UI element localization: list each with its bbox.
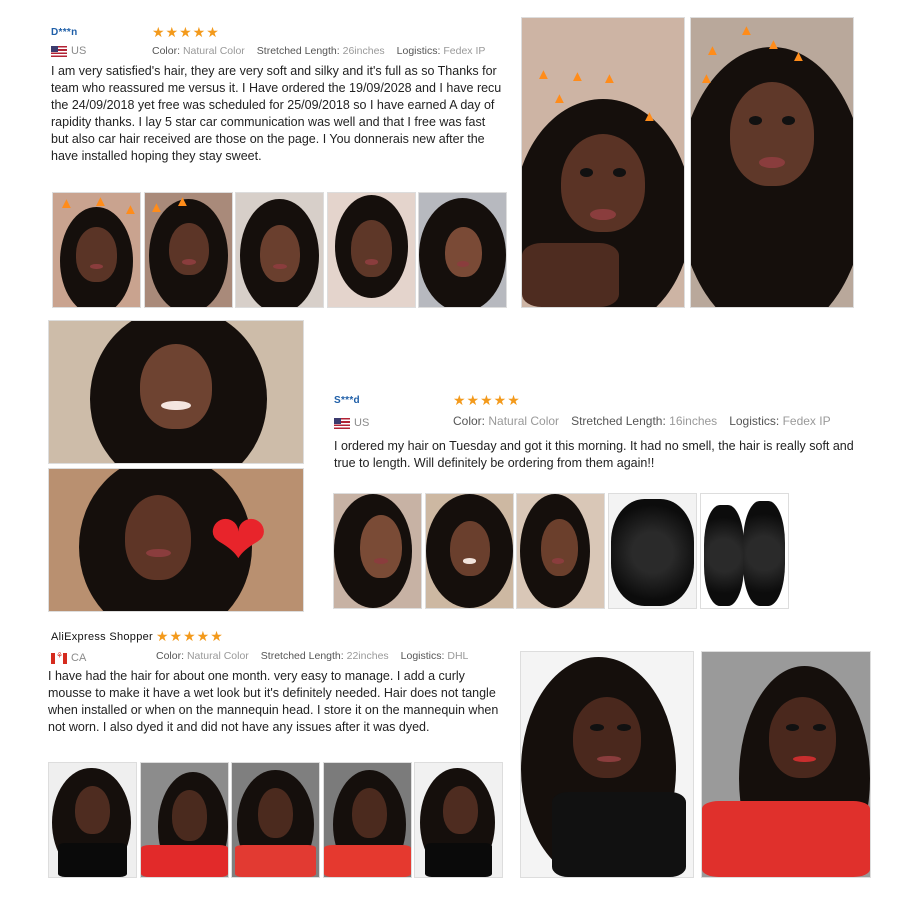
review-text: I have had the hair for about one month.… (48, 669, 499, 734)
review-text: I ordered my hair on Tuesday and got it … (334, 439, 854, 470)
star-rating: ★★★★★ (156, 628, 224, 644)
review-photo[interactable] (231, 762, 320, 878)
reviewer-name: S***d (334, 395, 360, 406)
review-photo-large[interactable]: ▲ ▲ ▲ ▲ ▲ (521, 17, 685, 308)
length-label: Stretched Length: (256, 45, 340, 57)
review-photo-product[interactable] (700, 493, 789, 609)
reviewer-name: AliExpress Shopper (51, 631, 154, 643)
color-label: Color: (453, 414, 486, 428)
review-photo-large[interactable] (48, 320, 304, 464)
review-photo-large[interactable]: ▲ ▲ ▲ ▲ ▲ (690, 17, 854, 308)
country-code: US (354, 417, 370, 429)
color-value: Natural Color (182, 45, 245, 57)
review-photo[interactable] (48, 762, 137, 878)
country-code: CA (71, 652, 87, 664)
review-photo[interactable] (140, 762, 229, 878)
reviewer-name: D***n (51, 27, 78, 38)
color-label: Color: (156, 650, 185, 662)
review-photo[interactable] (235, 192, 324, 308)
review-photo-product[interactable] (608, 493, 697, 609)
order-details: Color: Natural Color Stretched Length: 16… (453, 414, 831, 428)
review-photo[interactable] (414, 762, 503, 878)
review-photo[interactable] (333, 493, 422, 609)
reviewer-country: US (334, 417, 369, 429)
color-value: Natural Color (186, 650, 249, 662)
logistics-value: Fedex IP (443, 45, 486, 57)
review-photo[interactable] (516, 493, 605, 609)
logistics-label: Logistics: (396, 45, 441, 57)
review-photo-large[interactable] (520, 651, 694, 878)
review-photo[interactable] (425, 493, 514, 609)
logistics-value: Fedex IP (782, 414, 831, 428)
fire-sticker-icon: ▲ (536, 66, 551, 83)
star-rating: ★★★★★ (453, 392, 521, 408)
color-value: Natural Color (488, 414, 560, 428)
logistics-value: DHL (447, 650, 469, 662)
review-photo-large[interactable] (701, 651, 871, 878)
heart-sticker-icon: ❤ (209, 501, 268, 579)
review-photo[interactable]: ▲ ▲ (144, 192, 233, 308)
length-value: 26inches (342, 45, 385, 57)
length-value: 16inches (669, 414, 718, 428)
order-details: Color: Natural Color Stretched Length: 22… (156, 650, 468, 662)
us-flag-icon (334, 417, 350, 429)
review-photo[interactable]: ▲ ▲ ▲ (52, 192, 141, 308)
color-label: Color: (152, 45, 181, 57)
star-rating: ★★★★★ (152, 24, 220, 40)
length-label: Stretched Length: (571, 414, 666, 428)
logistics-label: Logistics: (400, 650, 445, 662)
review-photo-large[interactable]: ❤ (48, 468, 304, 612)
length-label: Stretched Length: (260, 650, 344, 662)
logistics-label: Logistics: (729, 414, 780, 428)
review-text: I am very satisfied's hair, they are ver… (51, 64, 502, 163)
length-value: 22inches (346, 650, 389, 662)
review-photo[interactable] (327, 192, 416, 308)
review-photo[interactable] (323, 762, 412, 878)
ca-flag-icon (51, 651, 67, 664)
reviewer-country: CA (51, 651, 87, 664)
review-photo[interactable] (418, 192, 507, 308)
country-code: US (71, 45, 87, 57)
reviewer-country: US (51, 45, 86, 57)
us-flag-icon (51, 45, 67, 57)
order-details: Color: Natural Color Stretched Length: 26… (152, 45, 485, 57)
